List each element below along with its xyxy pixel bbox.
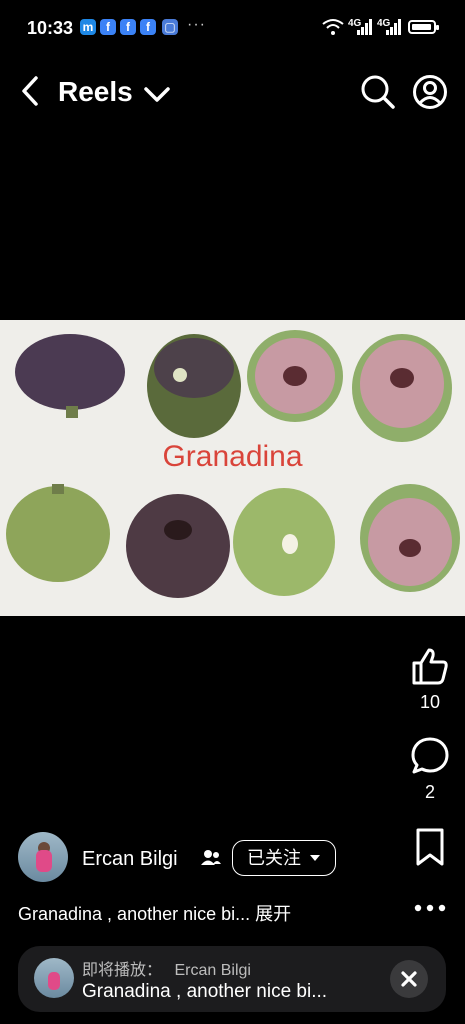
reel-video[interactable]: Granadina — [0, 320, 465, 616]
fig-whole — [15, 334, 125, 410]
up-next-label: 即将播放： Ercan Bilgi — [82, 956, 251, 980]
comment-count: 2 — [424, 782, 435, 802]
post-caption[interactable]: Granadina , another nice bi... 展开 — [18, 900, 291, 926]
image-caption: Granadina — [162, 440, 303, 473]
wifi-icon — [322, 19, 344, 35]
more-options-icon[interactable] — [410, 888, 450, 928]
up-next-avatar — [34, 958, 74, 998]
bookmark-icon[interactable] — [410, 827, 450, 867]
search-icon[interactable] — [360, 74, 396, 110]
author-name[interactable]: Ercan Bilgi — [82, 848, 178, 871]
signal-icon — [357, 19, 372, 35]
avatar[interactable] — [18, 832, 68, 882]
back-button[interactable] — [16, 74, 44, 108]
status-bar: 10:33 m f f f ▢ ··· 4G 4G — [0, 0, 465, 56]
fig-whole — [126, 494, 230, 598]
messenger-icon: m — [80, 19, 96, 35]
battery-icon — [408, 20, 439, 34]
following-label: 已关注 — [247, 848, 301, 868]
up-next-author: Ercan Bilgi — [174, 962, 251, 979]
like-count: 10 — [419, 692, 441, 712]
gallery-icon: ▢ — [162, 19, 178, 35]
more-notifications: ··· — [187, 16, 206, 33]
fig-whole — [6, 486, 110, 582]
profile-icon[interactable] — [412, 74, 448, 110]
caret-down-icon — [310, 855, 320, 861]
reels-header: Reels — [0, 56, 465, 128]
following-button[interactable]: 已关注 — [232, 840, 336, 876]
like-icon[interactable] — [410, 646, 450, 686]
facebook-icon: f — [100, 19, 116, 35]
signal-icon — [386, 19, 401, 35]
up-next-prefix: 即将播放： — [82, 962, 163, 979]
facebook-icon: f — [140, 19, 156, 35]
chevron-down-icon[interactable] — [142, 80, 172, 108]
caption-text: Granadina , another nice bi... — [18, 904, 251, 924]
comment-icon[interactable] — [410, 736, 450, 776]
friends-icon — [201, 850, 221, 865]
expand-link[interactable]: 展开 — [255, 904, 291, 924]
facebook-icon: f — [120, 19, 136, 35]
page-title[interactable]: Reels — [58, 76, 133, 108]
close-icon[interactable] — [390, 960, 428, 998]
up-next-bar[interactable]: 即将播放： Ercan Bilgi Granadina , another ni… — [18, 946, 446, 1012]
clock: 10:33 — [27, 18, 74, 38]
up-next-title: Granadina , another nice bi... — [82, 981, 328, 1002]
